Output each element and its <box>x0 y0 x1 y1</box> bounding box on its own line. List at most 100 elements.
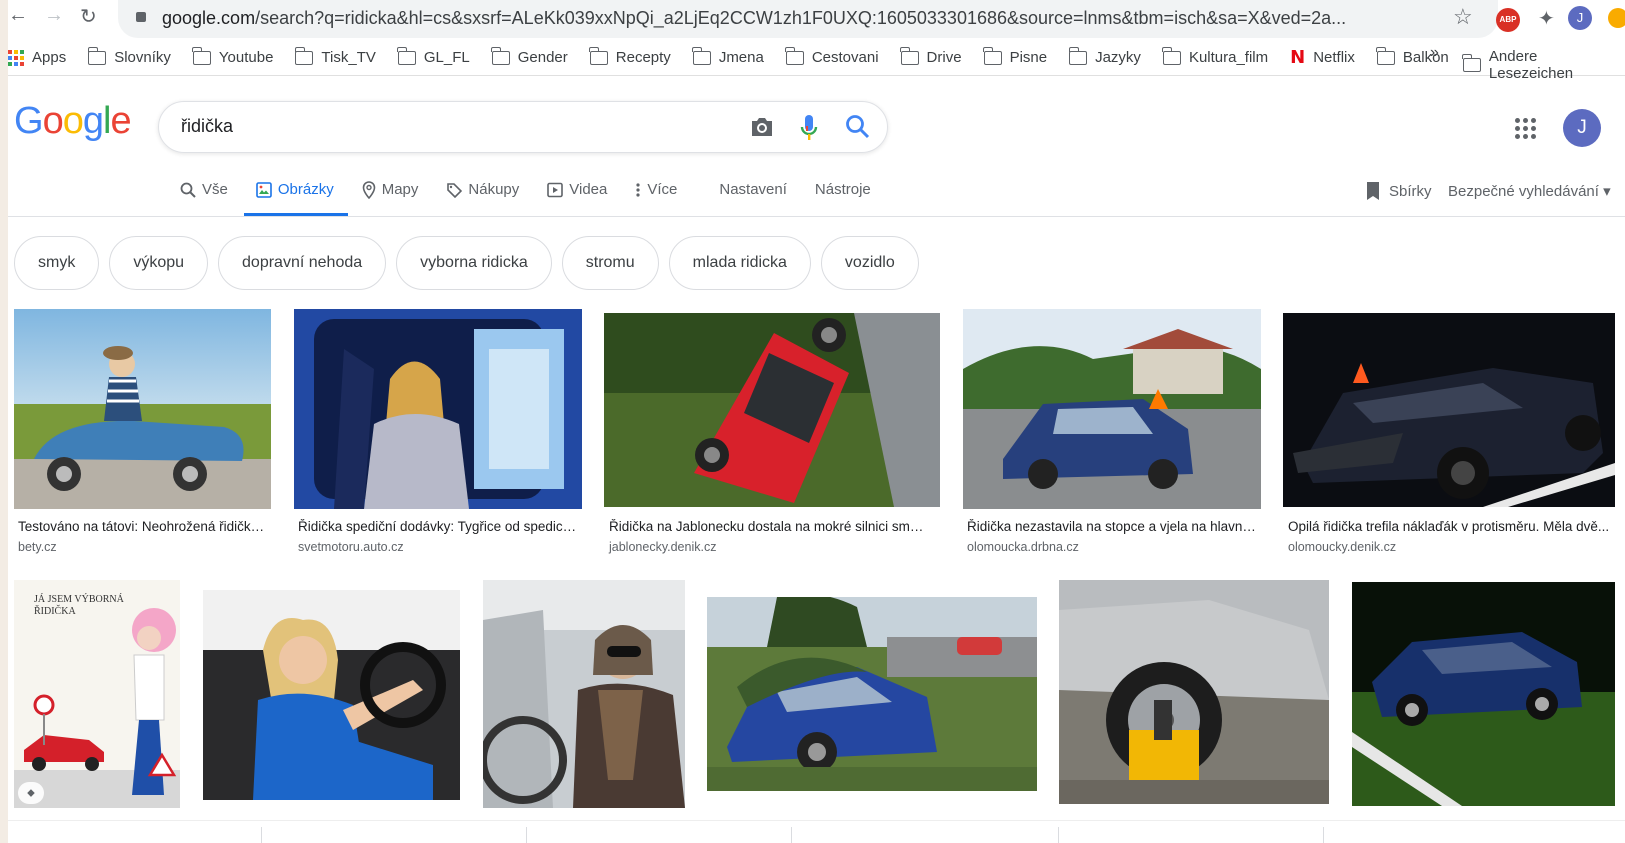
search-input[interactable] <box>181 116 701 137</box>
result-image-blonde-woman-driving[interactable] <box>203 590 460 800</box>
tab-more[interactable]: Více <box>635 176 691 216</box>
bookmark-folder[interactable]: Tisk_TV <box>294 46 376 66</box>
bookmark-folder[interactable]: Kultura_film <box>1162 46 1268 66</box>
chip-related-search[interactable]: vyborna ridicka <box>396 236 552 290</box>
tab-shopping[interactable]: Nákupy <box>446 176 533 216</box>
result-image-overturned-red-car[interactable] <box>604 313 940 507</box>
bookmark-folder[interactable]: Jmena <box>692 46 764 66</box>
logo-letter: o <box>42 100 64 142</box>
bookmarks-overflow-button[interactable]: » <box>1430 44 1439 62</box>
chip-related-search[interactable]: výkopu <box>109 236 209 290</box>
reload-icon[interactable]: ↻ <box>80 4 97 29</box>
bookmark-netflix[interactable]: N Netflix <box>1290 47 1355 68</box>
search-icon[interactable] <box>844 113 872 141</box>
bookmark-label: Cestovani <box>811 49 879 66</box>
microphone-icon[interactable] <box>799 113 819 143</box>
account-avatar[interactable]: J <box>1563 109 1601 147</box>
back-arrow-icon[interactable]: ← <box>8 4 28 27</box>
result-image-blue-car-in-grass[interactable] <box>707 597 1037 791</box>
bookmark-folder[interactable]: Gender <box>491 46 568 66</box>
tag-icon[interactable]: ⬥ <box>18 782 44 804</box>
bookmark-label: Pisne <box>1009 49 1048 66</box>
url-path: /search?q=ridicka&hl=cs&sxsrf=ALeKk039xx… <box>255 8 1347 28</box>
bookmark-folder[interactable]: Youtube <box>192 46 273 66</box>
tab-label: Nastavení <box>719 181 787 198</box>
result-source[interactable]: svetmotoru.auto.cz <box>298 540 404 554</box>
logo-letter: o <box>62 100 84 142</box>
bookmark-folder[interactable]: Jazyky <box>1068 46 1141 66</box>
result-image-crashed-car-night[interactable] <box>1283 313 1615 507</box>
chip-related-search[interactable]: mlada ridicka <box>668 236 811 290</box>
collections-label: Sbírky <box>1389 182 1432 200</box>
folder-icon <box>982 46 1002 65</box>
folder-icon <box>692 46 711 65</box>
bookmark-other-folder[interactable]: Andere Lesezeichen <box>1462 48 1625 82</box>
extensions-puzzle-icon[interactable]: ✦ <box>1538 6 1555 31</box>
tab-tools[interactable]: Nástroje <box>815 176 885 216</box>
bookmark-label: Andere Lesezeichen <box>1488 48 1574 82</box>
camera-icon[interactable] <box>749 115 775 139</box>
bookmark-label: Recepty <box>615 49 671 66</box>
folder-icon <box>1162 46 1181 65</box>
bookmark-label: Drive <box>926 49 962 66</box>
address-bar[interactable]: google.com/search?q=ridicka&hl=cs&sxsrf=… <box>118 0 1498 38</box>
folder-icon <box>192 46 211 65</box>
bookmark-folder[interactable]: GL_FL <box>397 46 470 66</box>
result-source[interactable]: bety.cz <box>18 540 57 554</box>
bookmark-folder[interactable]: Drive <box>899 46 962 66</box>
result-source[interactable]: olomoucka.drbna.cz <box>967 540 1079 554</box>
result-image-blue-estate-car-night[interactable] <box>1352 582 1615 806</box>
tab-label: Mapy <box>381 181 419 198</box>
tab-maps[interactable]: Mapy <box>362 176 433 216</box>
tab-images[interactable]: Obrázky <box>243 176 348 216</box>
browser-profile-avatar[interactable]: J <box>1568 6 1592 30</box>
lock-icon <box>136 12 146 22</box>
result-image-older-woman-in-car[interactable] <box>483 580 685 808</box>
chip-related-search[interactable]: smyk <box>14 236 100 290</box>
result-image-car-wheel-clamp[interactable] <box>1059 580 1329 804</box>
result-source[interactable]: jablonecky.denik.cz <box>609 540 716 554</box>
tab-videos[interactable]: Videa <box>547 176 621 216</box>
result-caption[interactable]: Řidička na Jablonecku dostala na mokré s… <box>609 519 929 534</box>
bookmark-folder[interactable]: Recepty <box>589 46 671 66</box>
chip-related-search[interactable]: dopravní nehoda <box>218 236 387 290</box>
result-caption[interactable]: Opilá řidička trefila náklaďák v protism… <box>1288 519 1613 534</box>
chip-related-search[interactable]: vozidlo <box>820 236 919 290</box>
extension-orange-icon[interactable] <box>1608 8 1625 28</box>
result-caption[interactable]: Řidička nezastavila na stopce a vjela na… <box>967 519 1257 534</box>
result-caption[interactable]: Řidička spediční dodávky: Tygřice od spe… <box>298 519 578 534</box>
adblock-extension-icon[interactable]: ABP <box>1496 8 1520 32</box>
bookmark-icon <box>1367 182 1379 200</box>
bookmark-folder[interactable]: Pisne <box>982 46 1048 66</box>
bookmark-folder[interactable]: Cestovani <box>785 46 879 66</box>
bookmark-star-icon[interactable]: ☆ <box>1453 4 1473 30</box>
result-image-woman-in-van[interactable] <box>294 309 582 509</box>
chip-related-search[interactable]: stromu <box>561 236 659 290</box>
tab-label: Nákupy <box>468 181 520 198</box>
tab-settings[interactable]: Nastavení <box>705 176 801 216</box>
video-play-icon <box>547 181 564 199</box>
google-logo[interactable]: Google <box>14 100 132 143</box>
forward-arrow-icon[interactable]: → <box>44 4 64 27</box>
bookmark-folder[interactable]: Slovníky <box>87 46 171 66</box>
result-caption[interactable]: Testováno na tátovi: Neohrožená řidička.… <box>18 519 268 534</box>
result-image-child-pedal-car[interactable] <box>14 309 271 509</box>
tab-label: Obrázky <box>277 181 334 198</box>
folder-icon <box>294 46 314 65</box>
tab-all[interactable]: Vše <box>180 176 242 216</box>
result-image-damaged-blue-car[interactable] <box>963 309 1261 509</box>
collections-link[interactable]: Sbírky <box>1365 181 1432 201</box>
image-icon <box>256 181 272 199</box>
more-vertical-icon <box>635 181 641 199</box>
tab-label: Více <box>647 181 678 198</box>
safe-search-dropdown[interactable]: Bezpečné vyhledávání ▾ <box>1448 182 1611 200</box>
bookmark-apps[interactable]: Apps <box>8 49 66 66</box>
result-source[interactable]: olomoucky.denik.cz <box>1288 540 1396 554</box>
bookmark-label: Gender <box>517 49 568 66</box>
folder-icon <box>899 46 919 65</box>
tab-label: Videa <box>569 181 608 198</box>
google-apps-icon[interactable] <box>1515 118 1536 139</box>
result-image-cartoon-driver[interactable]: JÁ JSEM VÝBORNÁ ŘIDIČKA ⬥ <box>14 580 180 808</box>
bookmark-label: Balkon <box>1402 49 1449 66</box>
bookmark-label: GL_FL <box>423 49 470 66</box>
